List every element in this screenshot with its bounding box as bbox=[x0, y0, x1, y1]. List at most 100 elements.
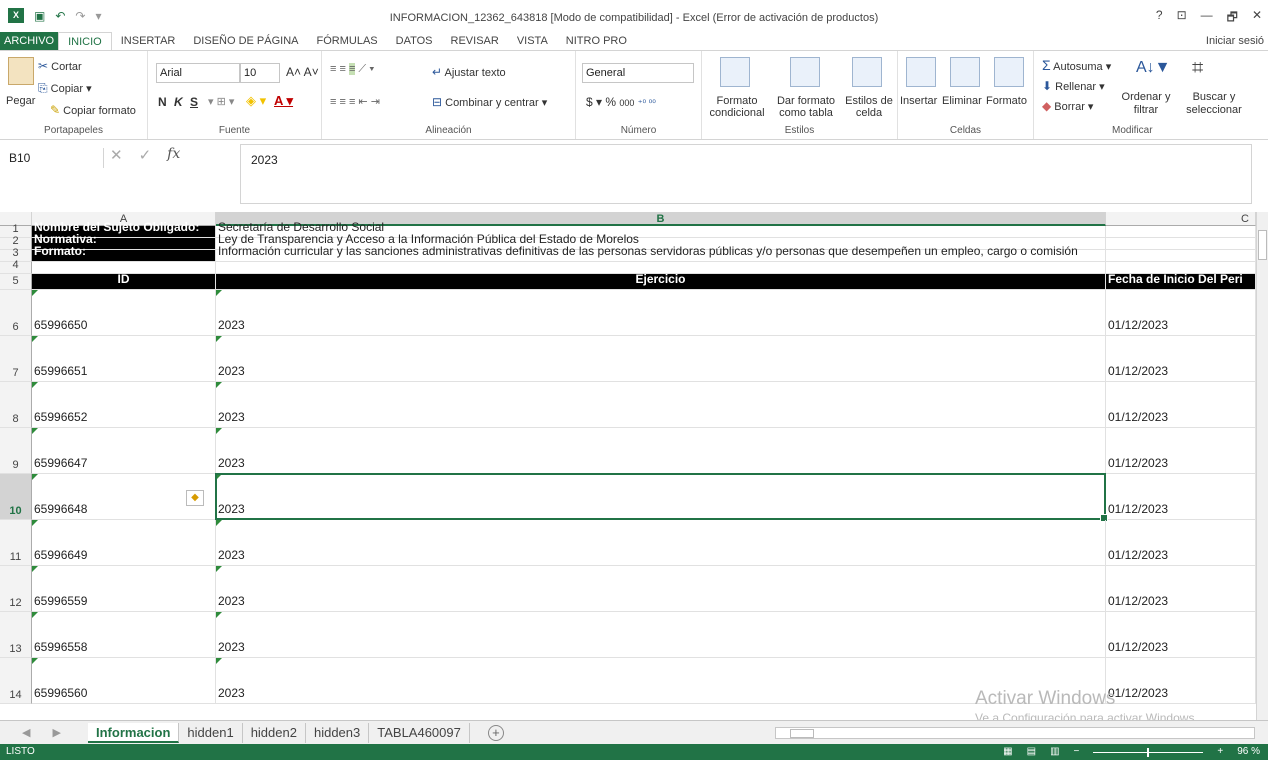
row-header[interactable]: 11 bbox=[0, 520, 32, 566]
fecha-cell[interactable]: 01/12/2023 bbox=[1106, 290, 1256, 336]
currency-button[interactable]: $ bbox=[586, 95, 593, 109]
tab-archivo[interactable]: ARCHIVO bbox=[0, 32, 59, 50]
info-label-cell[interactable]: Formato: bbox=[32, 244, 216, 262]
ejercicio-cell[interactable]: 2023 bbox=[216, 290, 1106, 336]
row-header[interactable]: 6 bbox=[0, 290, 32, 336]
ejercicio-cell[interactable]: 2023 bbox=[216, 658, 1106, 704]
horizontal-scroll-thumb[interactable] bbox=[790, 729, 814, 738]
conditional-format-button[interactable]: Formato condicional bbox=[704, 95, 770, 119]
worksheet-grid[interactable]: A B C 1 Nombre del Sujeto Obligado: Secret… bbox=[0, 212, 1256, 720]
ejercicio-cell[interactable]: 2023 bbox=[216, 382, 1106, 428]
row-header[interactable]: 12 bbox=[0, 566, 32, 612]
sheet-tab-hidden3[interactable]: hidden3 bbox=[306, 722, 370, 743]
tab-inicio[interactable]: INICIO bbox=[58, 32, 112, 50]
horizontal-scrollbar[interactable] bbox=[775, 727, 1255, 739]
delete-cells-icon[interactable] bbox=[950, 57, 980, 87]
clear-button[interactable]: ◆ Borrar ▾ bbox=[1042, 99, 1093, 113]
fecha-cell[interactable]: 01/12/2023 bbox=[1106, 336, 1256, 382]
vertical-scrollbar[interactable] bbox=[1256, 212, 1268, 720]
row-header[interactable]: 5 bbox=[0, 274, 32, 290]
row-header[interactable]: 10 bbox=[0, 474, 32, 520]
sheet-tab-tabla460097[interactable]: TABLA460097 bbox=[369, 722, 470, 743]
format-button[interactable]: Formato bbox=[986, 95, 1027, 107]
borders-icon[interactable]: ▾ ⊞ ▾ bbox=[208, 95, 234, 108]
id-cell[interactable]: 65996647 bbox=[32, 428, 216, 474]
row-header[interactable]: 14 bbox=[0, 658, 32, 704]
ejercicio-cell[interactable]: 2023 bbox=[216, 336, 1106, 382]
align-top-icons[interactable]: ≡ ≡ ≡ ⟋ ▾ bbox=[330, 63, 375, 76]
sheet-tab-hidden2[interactable]: hidden2 bbox=[243, 722, 306, 743]
paste-icon[interactable] bbox=[8, 57, 34, 85]
insert-cells-icon[interactable] bbox=[906, 57, 936, 87]
fill-button[interactable]: ⬇ Rellenar ▾ bbox=[1042, 79, 1105, 93]
id-cell[interactable]: 65996649 bbox=[32, 520, 216, 566]
cancel-icon[interactable]: ✕ bbox=[110, 146, 123, 164]
fecha-cell[interactable]: 01/12/2023 bbox=[1106, 382, 1256, 428]
align-left-icons[interactable]: ≡ ≡ ≡ ⇤ ⇥ bbox=[330, 95, 380, 108]
row-header[interactable]: 7 bbox=[0, 336, 32, 382]
minimize-icon[interactable]: — bbox=[1201, 8, 1213, 29]
normal-view-icon[interactable]: ▦ bbox=[1003, 744, 1012, 760]
tab-vista[interactable]: VISTA bbox=[508, 32, 557, 50]
page-break-icon[interactable]: ▥ bbox=[1050, 744, 1059, 760]
ejercicio-cell[interactable]: 2023 bbox=[216, 566, 1106, 612]
copy-button[interactable]: ⎘ Copiar ▾ bbox=[38, 81, 92, 96]
font-size-select[interactable]: 10 bbox=[240, 63, 280, 83]
tab-nitro-pro[interactable]: NITRO PRO bbox=[557, 32, 636, 50]
id-cell[interactable]: 65996558 bbox=[32, 612, 216, 658]
autosum-button[interactable]: Σ Autosuma ▾ bbox=[1042, 57, 1111, 73]
restore-icon[interactable]: 🗗 bbox=[1227, 8, 1238, 29]
cell-styles-icon[interactable] bbox=[852, 57, 882, 87]
thousands-button[interactable]: 000 bbox=[619, 98, 634, 108]
tab-datos[interactable]: DATOS bbox=[387, 32, 442, 50]
delete-button[interactable]: Eliminar bbox=[942, 95, 982, 107]
sheet-tab-hidden1[interactable]: hidden1 bbox=[179, 722, 243, 743]
grid-cell[interactable] bbox=[1106, 238, 1256, 250]
formula-input[interactable]: 2023 bbox=[240, 144, 1252, 204]
sort-filter-icon[interactable]: A↓▼ bbox=[1136, 59, 1171, 77]
percent-button[interactable]: % bbox=[605, 95, 616, 109]
ejercicio-cell[interactable]: 2023 bbox=[216, 428, 1106, 474]
ejercicio-cell[interactable]: 2023 bbox=[216, 474, 1106, 520]
merge-center-button[interactable]: ⊟ Combinar y centrar ▾ bbox=[432, 95, 547, 109]
insert-button[interactable]: Insertar bbox=[900, 95, 937, 107]
sheet-tab-informacion[interactable]: Informacion bbox=[88, 722, 180, 743]
row-header[interactable]: 13 bbox=[0, 612, 32, 658]
row-header[interactable]: 9 bbox=[0, 428, 32, 474]
format-cells-icon[interactable] bbox=[994, 57, 1024, 87]
number-format-select[interactable]: General bbox=[582, 63, 694, 83]
close-icon[interactable]: ✕ bbox=[1252, 8, 1262, 29]
format-as-table-icon[interactable] bbox=[790, 57, 820, 87]
grid-cell[interactable] bbox=[1106, 250, 1256, 262]
bold-button[interactable]: N bbox=[158, 95, 167, 109]
enter-icon[interactable]: ✓ bbox=[139, 146, 152, 164]
error-warning-icon[interactable]: ◆ bbox=[186, 490, 204, 506]
underline-button[interactable]: S bbox=[190, 95, 198, 109]
italic-button[interactable]: K bbox=[174, 95, 183, 109]
ejercicio-cell[interactable]: 2023 bbox=[216, 520, 1106, 566]
zoom-in-icon[interactable]: + bbox=[1217, 744, 1223, 760]
table-header-ejercicio[interactable]: Ejercicio bbox=[216, 272, 1106, 290]
grid-cell[interactable] bbox=[1106, 226, 1256, 238]
paste-button[interactable]: Pegar bbox=[6, 95, 35, 107]
tab-diseno-pagina[interactable]: DISEÑO DE PÁGINA bbox=[184, 32, 307, 50]
row-header[interactable]: 4 bbox=[0, 259, 32, 274]
prev-sheet-icon[interactable]: ◀ bbox=[22, 726, 30, 739]
id-cell[interactable]: 65996652 bbox=[32, 382, 216, 428]
table-header-fecha[interactable]: Fecha de Inicio Del Peri bbox=[1106, 272, 1256, 290]
id-cell[interactable]: 65996559 bbox=[32, 566, 216, 612]
add-sheet-icon[interactable]: + bbox=[487, 724, 504, 741]
zoom-slider[interactable] bbox=[1093, 747, 1204, 757]
column-header-c[interactable]: C bbox=[1106, 212, 1256, 226]
zoom-out-icon[interactable]: − bbox=[1074, 744, 1080, 760]
grow-font-icon[interactable]: A˄ A˅ bbox=[286, 65, 319, 79]
fecha-cell[interactable]: 01/12/2023 bbox=[1106, 428, 1256, 474]
number-buttons[interactable]: $ ▾ % 000 ⁺⁰ ⁰⁰ bbox=[586, 95, 656, 109]
next-sheet-icon[interactable]: ▶ bbox=[52, 726, 60, 739]
tab-formulas[interactable]: FÓRMULAS bbox=[308, 32, 387, 50]
page-layout-icon[interactable]: ▤ bbox=[1027, 744, 1036, 760]
cell-styles-button[interactable]: Estilos de celda bbox=[842, 95, 896, 119]
ejercicio-cell[interactable]: 2023 bbox=[216, 612, 1106, 658]
table-header-id[interactable]: ID bbox=[32, 272, 216, 290]
wrap-text-button[interactable]: ↵ Ajustar texto bbox=[432, 65, 506, 79]
